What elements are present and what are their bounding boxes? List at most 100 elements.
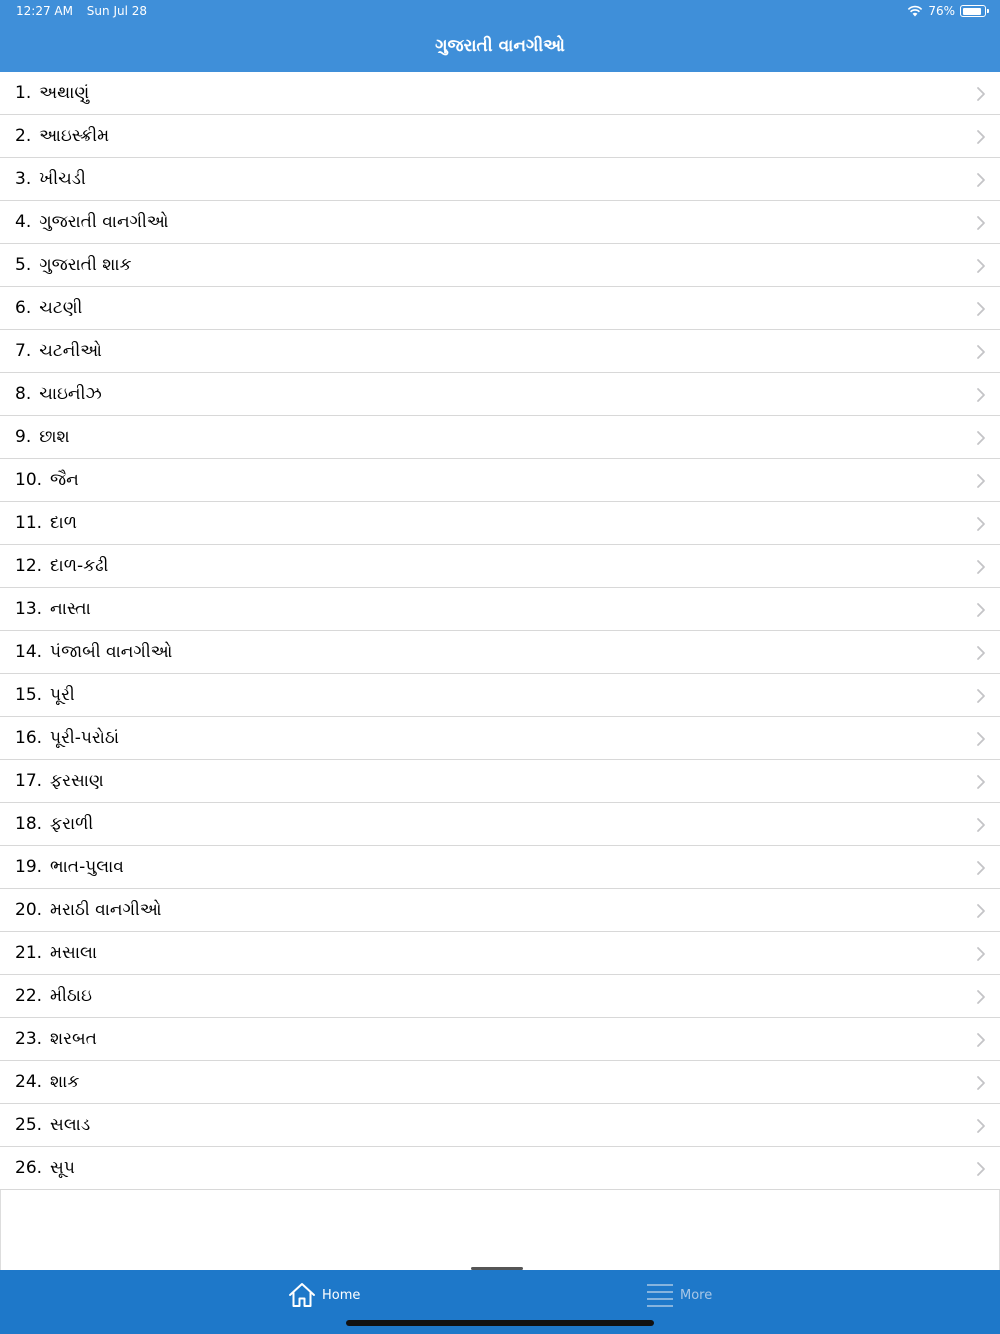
list-item[interactable]: 15. પૂરી — [0, 674, 1000, 717]
list-item-label: અથાણું — [39, 83, 90, 103]
tab-more[interactable]: More — [646, 1280, 712, 1310]
list-item[interactable]: 2. આઇસ્ક્રીમ — [0, 115, 1000, 158]
list-item[interactable]: 17. ફરસાણ — [0, 760, 1000, 803]
list-item-number: 11. — [15, 513, 43, 533]
list-item[interactable]: 11. દાળ — [0, 502, 1000, 545]
status-bar: 12:27 AM Sun Jul 28 76% — [16, 4, 989, 20]
list-item-label: નાસ્તા — [50, 599, 91, 619]
chevron-right-icon — [977, 732, 985, 746]
list-item[interactable]: 6. ચટણી — [0, 287, 1000, 330]
chevron-right-icon — [977, 388, 985, 402]
chevron-right-icon — [977, 818, 985, 832]
chevron-right-icon — [977, 345, 985, 359]
list-item[interactable]: 8. ચાઇનીઝ — [0, 373, 1000, 416]
tab-home[interactable]: Home — [288, 1280, 360, 1310]
chevron-right-icon — [977, 474, 985, 488]
list-item-number: 12. — [15, 556, 43, 576]
list-item-label: શરબત — [50, 1029, 97, 1049]
list-item-label: મરાઠી વાનગીઓ — [50, 900, 162, 920]
list-item-number: 10. — [15, 470, 43, 490]
list-item-label: ચટણી — [39, 298, 83, 318]
list-item-number: 6. — [15, 298, 32, 318]
chevron-right-icon — [977, 646, 985, 660]
menu-lines-icon — [647, 1284, 673, 1307]
list-item-number: 23. — [15, 1029, 43, 1049]
chevron-right-icon — [977, 947, 985, 961]
list-item[interactable]: 10. જૈન — [0, 459, 1000, 502]
home-indicator — [346, 1320, 654, 1326]
status-date: Sun Jul 28 — [86, 4, 148, 18]
chevron-right-icon — [977, 1119, 985, 1133]
list-item[interactable]: 19. ભાત-પુલાવ — [0, 846, 1000, 889]
chevron-right-icon — [977, 560, 985, 574]
list-item[interactable]: 16. પૂરી-પરોઠાં — [0, 717, 1000, 760]
list-item[interactable]: 9. છાશ — [0, 416, 1000, 459]
list-item[interactable]: 1. અથાણું — [0, 72, 1000, 115]
list-item-label: પૂરી — [50, 685, 75, 705]
list-item[interactable]: 5. ગુજરાતી શાક — [0, 244, 1000, 287]
list-item-number: 5. — [15, 255, 32, 275]
chevron-right-icon — [977, 990, 985, 1004]
list-item-number: 15. — [15, 685, 43, 705]
list-item-label: પંજાબી વાનગીઓ — [50, 642, 173, 662]
chevron-right-icon — [977, 173, 985, 187]
list-item-number: 13. — [15, 599, 43, 619]
tab-more-label: More — [680, 1287, 713, 1303]
list-item-label: પૂરી-પરોઠાં — [50, 728, 119, 748]
chevron-right-icon — [977, 904, 985, 918]
home-icon — [289, 1283, 315, 1307]
status-time: 12:27 AM — [16, 4, 73, 18]
list-item[interactable]: 25. સલાડ — [0, 1104, 1000, 1147]
list-item[interactable]: 12. દાળ-કઢી — [0, 545, 1000, 588]
list-item[interactable]: 20. મરાઠી વાનગીઓ — [0, 889, 1000, 932]
list-item[interactable]: 13. નાસ્તા — [0, 588, 1000, 631]
battery-percent: 76% — [928, 4, 955, 18]
list-item-number: 14. — [15, 642, 43, 662]
chevron-right-icon — [977, 216, 985, 230]
list-item-number: 21. — [15, 943, 43, 963]
list-item[interactable]: 7. ચટનીઓ — [0, 330, 1000, 373]
list-item-number: 22. — [15, 986, 43, 1006]
list-item[interactable]: 14. પંજાબી વાનગીઓ — [0, 631, 1000, 674]
list-item-label: ખીચડી — [39, 169, 86, 189]
list-item-label: ચટનીઓ — [39, 341, 102, 361]
list-item[interactable]: 3. ખીચડી — [0, 158, 1000, 201]
nav-bar: 12:27 AM Sun Jul 28 76% ગુજરાતી વાનગીઓ — [0, 0, 1000, 72]
tab-home-label: Home — [322, 1287, 361, 1303]
list-item-label: જૈન — [50, 470, 79, 490]
list-item-number: 8. — [15, 384, 32, 404]
list-item[interactable]: 4. ગુજરાતી વાનગીઓ — [0, 201, 1000, 244]
list-item[interactable]: 23. શરબત — [0, 1018, 1000, 1061]
list-item-number: 16. — [15, 728, 43, 748]
list-item-number: 9. — [15, 427, 32, 447]
list-item-label: મીઠાઇ — [50, 986, 92, 1006]
list-item-number: 18. — [15, 814, 43, 834]
list-item-number: 25. — [15, 1115, 43, 1135]
list-item-label: આઇસ્ક્રીમ — [39, 126, 110, 146]
chevron-right-icon — [977, 861, 985, 875]
list-item-label: ફરસાણ — [50, 771, 104, 791]
list-item[interactable]: 24. શાક — [0, 1061, 1000, 1104]
list-item-label: દાળ-કઢી — [50, 556, 109, 576]
battery-icon — [960, 5, 989, 17]
list-item-label: ગુજરાતી શાક — [39, 255, 132, 275]
list-item[interactable]: 18. ફરાળી — [0, 803, 1000, 846]
list-item[interactable]: 22. મીઠાઇ — [0, 975, 1000, 1018]
list-item-number: 2. — [15, 126, 32, 146]
list-item-number: 17. — [15, 771, 43, 791]
list-item-label: સૂપ — [50, 1158, 75, 1178]
chevron-right-icon — [977, 517, 985, 531]
list-item-label: શાક — [50, 1072, 80, 1092]
list-item-number: 1. — [15, 83, 32, 103]
list-item[interactable]: 21. મસાલા — [0, 932, 1000, 975]
chevron-right-icon — [977, 775, 985, 789]
list-item[interactable]: 26. સૂપ — [0, 1147, 1000, 1190]
list-item-label: ફરાળી — [50, 814, 94, 834]
list-item-label: ભાત-પુલાવ — [50, 857, 124, 877]
chevron-right-icon — [977, 302, 985, 316]
list-item-number: 20. — [15, 900, 43, 920]
list-item-label: ગુજરાતી વાનગીઓ — [39, 212, 169, 232]
list-item-label: છાશ — [39, 427, 70, 447]
chevron-right-icon — [977, 431, 985, 445]
chevron-right-icon — [977, 259, 985, 273]
